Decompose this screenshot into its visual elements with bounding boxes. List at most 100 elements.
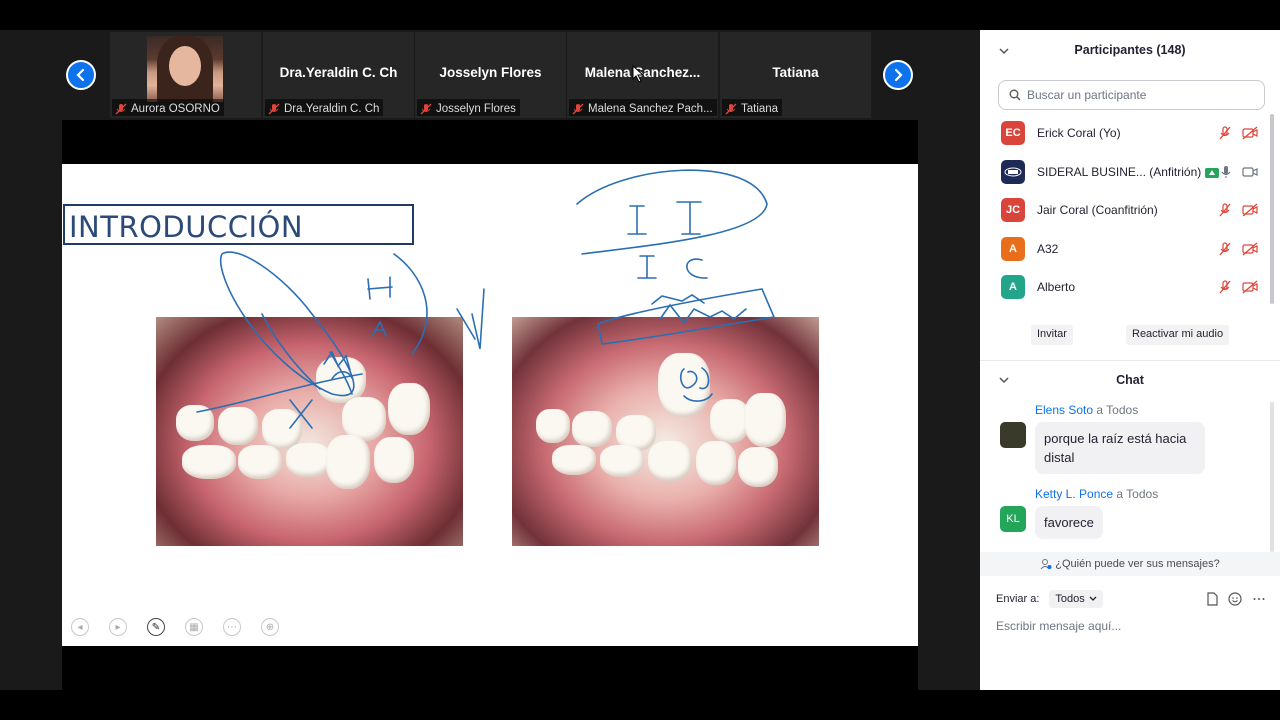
mic-muted-icon[interactable] [1218,242,1232,256]
avatar: A [1001,236,1025,261]
mic-muted-icon [115,103,127,114]
mouse-cursor-icon [632,65,644,83]
who-can-see-messages[interactable]: ¿Quién puede ver sus mensajes? [980,552,1280,576]
video-tile[interactable]: Aurora OSORNO [110,32,261,118]
participant-name: A32 [1037,241,1059,256]
tile-display-name: Dra.Yeraldin C. Ch [279,65,398,80]
more-icon[interactable]: ⋯ [223,618,241,636]
emoji-icon[interactable] [1228,592,1242,606]
next-page-button[interactable] [883,60,913,90]
more-icon[interactable] [1252,592,1266,606]
avatar: JC [1001,198,1025,223]
tile-name-label: Malena Sanchez Pach... [569,99,717,116]
participant-name: SIDERAL BUSINE... (Anfitrión) [1037,165,1220,179]
presentation-slide: INTRODUCCIÓN ◂ ▸ ✎ ▦ ⋯ ⊕ [62,164,918,646]
participant-row[interactable]: JC Jair Coral (Coanfitrión) [980,191,1280,230]
participant-name: Alberto [1037,280,1076,295]
slide-title: INTRODUCCIÓN [63,204,414,245]
next-slide-icon[interactable]: ▸ [109,618,127,636]
zoom-icon[interactable]: ⊕ [261,618,279,636]
avatar: EC [1001,121,1025,146]
pen-icon[interactable]: ✎ [147,618,165,636]
dental-photo-left [156,317,463,546]
participant-search[interactable] [998,80,1265,110]
video-tile[interactable]: Dra.Yeraldin C. Ch Dra.Yeraldin C. Ch [263,32,414,118]
slides-icon[interactable]: ▦ [185,618,203,636]
previous-slide-icon[interactable]: ◂ [71,618,89,636]
participant-row[interactable]: EC Erick Coral (Yo) [980,114,1280,153]
annotation-toolbar: ◂ ▸ ✎ ▦ ⋯ ⊕ [71,618,279,636]
avatar: A [1001,275,1025,300]
mic-muted-icon [420,103,432,114]
video-icon[interactable] [1242,165,1258,179]
message-meta: Ketty L. Ponce a Todos [1035,487,1159,501]
participant-row[interactable]: A A32 [980,230,1280,269]
video-off-icon[interactable] [1242,203,1258,217]
tile-display-name: Tatiana [772,65,819,80]
mic-muted-icon[interactable] [1218,280,1232,294]
send-to-row: Enviar a: Todos [996,588,1266,610]
message-input[interactable] [996,615,1266,637]
message-meta: Elens Soto a Todos [1035,403,1139,417]
side-panel: Participantes (148) EC Erick Coral (Yo) … [980,30,1280,690]
invite-button[interactable]: Invitar [1031,325,1073,345]
avatar [1001,159,1025,184]
file-icon[interactable] [1206,592,1218,606]
video-off-icon[interactable] [1242,280,1258,294]
logo-icon [1004,167,1022,177]
send-to-select[interactable]: Todos [1049,590,1103,608]
video-tile[interactable]: Josselyn Flores Josselyn Flores [415,32,566,118]
participant-name: Erick Coral (Yo) [1037,126,1121,141]
message-text: favorece [1035,506,1103,539]
mic-muted-icon [725,103,737,114]
participant-video [147,36,223,102]
tile-name-label: Aurora OSORNO [112,99,224,116]
search-icon [1009,89,1021,101]
chat-message: Elens Soto a Todos porque la raíz está h… [1000,403,1260,474]
people-icon [1040,559,1052,570]
chat-message: Ketty L. Ponce a Todos KL favorece [1000,487,1260,539]
reactivate-audio-button[interactable]: Reactivar mi audio [1126,325,1230,345]
previous-page-button[interactable] [66,60,96,90]
participant-row[interactable]: A Alberto [980,268,1280,307]
bottom-letterbox [0,690,1280,720]
mic-muted-icon[interactable] [1218,203,1232,217]
participant-name: Jair Coral (Coanfitrión) [1037,203,1158,218]
tile-display-name: Josselyn Flores [439,65,542,80]
tile-name-label: Dra.Yeraldin C. Ch [265,99,384,116]
divider [980,360,1280,361]
search-input[interactable] [1027,88,1247,102]
chat-scrollbar[interactable] [1270,402,1274,552]
avatar: KL [1000,506,1026,532]
message-text: porque la raíz está hacia distal [1035,422,1205,474]
chevron-down-icon [1089,596,1097,601]
chevron-down-icon[interactable] [998,45,1010,57]
share-screen-icon [1205,167,1220,178]
chat-header: Chat [980,368,1280,392]
chevron-right-icon [894,68,903,82]
mic-icon[interactable] [1220,165,1232,179]
participant-row[interactable]: SIDERAL BUSINE... (Anfitrión) [980,153,1280,192]
top-letterbox [0,0,1280,30]
video-tile[interactable]: Tatiana Tatiana [720,32,871,118]
mic-muted-icon [572,103,584,114]
participant-list: EC Erick Coral (Yo) SIDERAL BUSINE... (A… [980,114,1280,307]
video-off-icon[interactable] [1242,126,1258,140]
mic-muted-icon [268,103,280,114]
video-off-icon[interactable] [1242,242,1258,256]
mic-muted-icon[interactable] [1218,126,1232,140]
avatar [1000,422,1026,448]
participants-header: Participantes (148) [980,30,1280,70]
chat-title: Chat [1116,373,1144,387]
participants-scrollbar[interactable] [1270,114,1274,304]
chevron-down-icon[interactable] [998,374,1010,386]
shared-screen: INTRODUCCIÓN ◂ ▸ ✎ ▦ ⋯ ⊕ [62,120,918,690]
dental-photo-right [512,317,819,546]
meeting-view: Aurora OSORNO Dra.Yeraldin C. Ch Dra.Yer… [0,30,980,690]
tile-name-label: Tatiana [722,99,783,116]
participants-title: Participantes (148) [1074,43,1186,57]
send-to-label: Enviar a: [996,593,1040,605]
tile-name-label: Josselyn Flores [417,99,520,116]
screen: Aurora OSORNO Dra.Yeraldin C. Ch Dra.Yer… [0,0,1280,720]
chevron-left-icon [76,68,85,82]
